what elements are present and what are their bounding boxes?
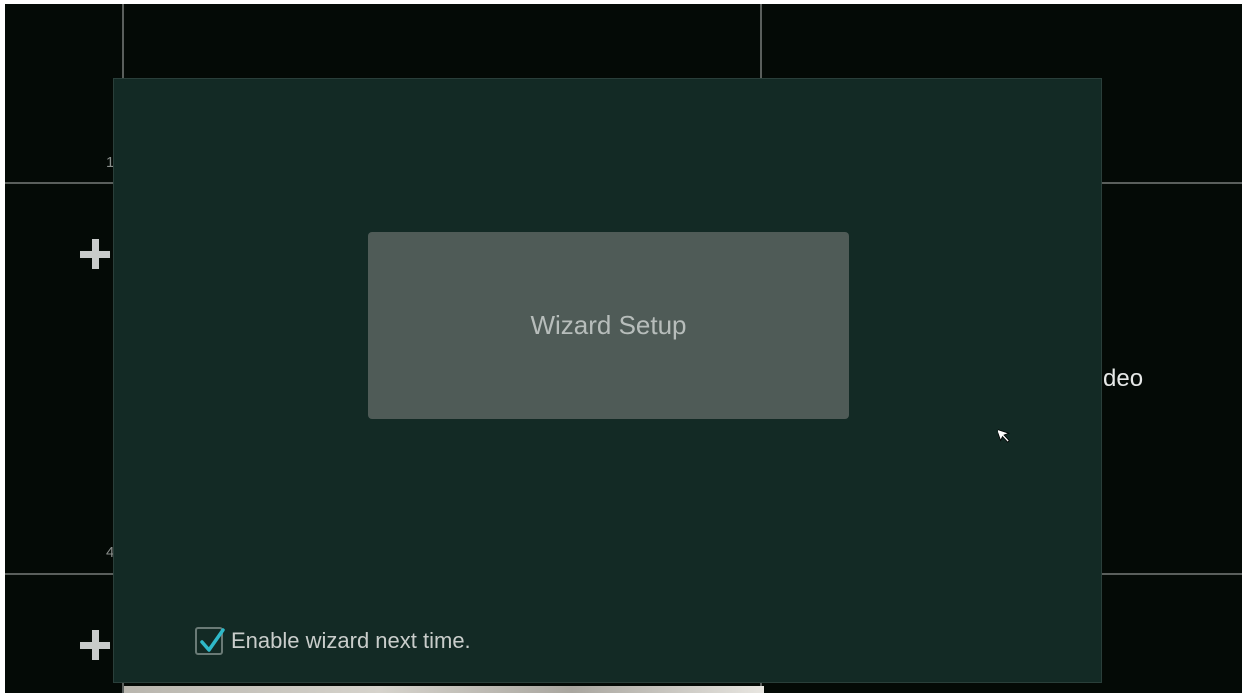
wizard-setup-label: Wizard Setup <box>530 310 687 340</box>
wizard-setup-button[interactable]: Wizard Setup <box>368 232 849 419</box>
camera-feed-preview <box>124 686 764 693</box>
mouse-cursor-icon <box>998 428 1010 443</box>
nvr-screen: 1 4 deo Wizard Setup Enable wizard next … <box>0 0 1244 693</box>
checkmark-icon <box>200 628 225 652</box>
add-camera-icon[interactable] <box>80 630 110 660</box>
enable-wizard-checkbox[interactable] <box>195 627 225 655</box>
enable-wizard-label: Enable wizard next time. <box>231 628 471 653</box>
enable-wizard-option[interactable]: Enable wizard next time. <box>195 625 471 657</box>
wizard-dialog: Wizard Setup Enable wizard next time. <box>113 78 1102 683</box>
add-camera-icon[interactable] <box>80 239 110 269</box>
no-video-label: deo <box>1103 365 1144 392</box>
